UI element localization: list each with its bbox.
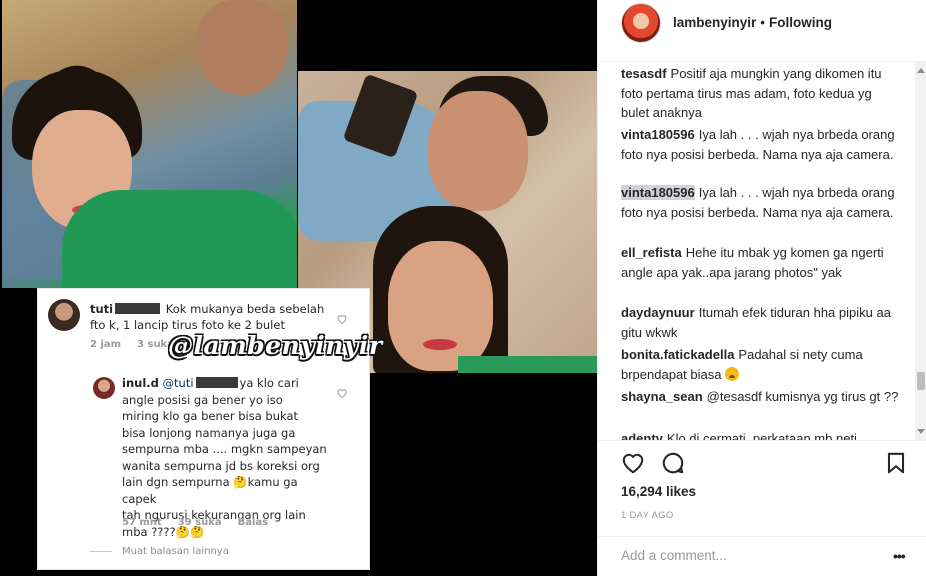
worried-face-emoji xyxy=(725,366,740,381)
commenter-avatar xyxy=(48,299,80,331)
comment-username[interactable]: vinta180596 xyxy=(621,127,695,142)
comment-username[interactable]: ell_refista xyxy=(621,245,682,260)
overlay-comment-user: inul.d xyxy=(122,376,159,390)
post-actions: 16,294 likes 1 DAY AGO xyxy=(598,440,926,540)
comment-list[interactable]: tesasdf Positif aja mungkin yang dikomen … xyxy=(598,62,926,440)
overlay-comment-text: Kok mukanya beda sebelah xyxy=(165,302,325,316)
overlay-comment-line: sempurna mba .... mgkn sampeyan xyxy=(122,442,327,456)
boy-face xyxy=(428,91,528,211)
post-header-text: lambenyinyir • Following xyxy=(673,15,832,30)
man-face xyxy=(197,0,287,95)
comment-item: bonita.fatickadella Padahal si nety cuma … xyxy=(621,345,901,384)
comment-username[interactable]: tesasdf xyxy=(621,66,667,81)
comment-username[interactable]: shayna_sean xyxy=(621,389,703,404)
redacted-name xyxy=(195,377,238,388)
overlay-view-replies: Muat balasan lainnya xyxy=(122,546,229,557)
separator-dot: • xyxy=(760,15,766,30)
username-link[interactable]: lambenyinyir xyxy=(673,15,756,30)
divider xyxy=(90,551,112,552)
watermark: @lambenyinyir xyxy=(168,331,383,360)
woman-lips xyxy=(423,339,457,350)
bookmark-icon[interactable] xyxy=(883,450,909,476)
overlay-comment-likes: 39 suka xyxy=(177,517,222,528)
comment-icon[interactable] xyxy=(660,450,686,476)
overlay-comment-line: lain dgn sempurna 🤔kamu ga capek xyxy=(122,475,298,506)
more-options-icon[interactable]: ••• xyxy=(893,548,906,564)
comment-username[interactable]: bonita.fatickadella xyxy=(621,347,734,362)
redacted-name xyxy=(115,303,161,314)
overlay-comment-user: tuti xyxy=(90,302,114,316)
heart-icon[interactable] xyxy=(620,450,646,476)
overlay-comment-meta: 57 mnt 39 suka Balas xyxy=(122,517,284,528)
post-media[interactable]: tuti Kok mukanya beda sebelah fto k, 1 l… xyxy=(0,0,597,576)
comments-scrollbar[interactable] xyxy=(915,62,926,440)
woman-face xyxy=(388,241,493,371)
comment-item: shayna_sean @tesasdf kumisnya yg tirus gt… xyxy=(621,387,901,407)
add-comment-input[interactable]: Add a comment... xyxy=(621,548,727,563)
post-header: lambenyinyir • Following xyxy=(598,0,926,62)
overlay-comment-line: wanita sempurna jd bs koreksi org xyxy=(122,458,320,473)
comment-text: Klo di cermati, perkataan mb neti xyxy=(666,431,857,440)
avatar[interactable] xyxy=(621,3,661,43)
likes-count[interactable]: 16,294 likes xyxy=(621,484,696,499)
comment-item: tesasdf Positif aja mungkin yang dikomen … xyxy=(621,64,901,123)
comment-item: vinta180596 Iya lah . . . wjah nya brbeda… xyxy=(621,183,901,222)
add-comment-bar: Add a comment... ••• xyxy=(598,536,926,576)
overlay-reply-label: Balas xyxy=(237,517,269,528)
overlay-comment-2: inul.d @tuti ya klo cari angle posisi ga … xyxy=(122,375,332,540)
heart-outline-icon xyxy=(337,315,347,325)
overlay-comment-text: ya klo cari xyxy=(239,376,299,390)
heart-outline-icon xyxy=(337,389,347,399)
comment-username[interactable]: daydaynuur xyxy=(621,305,695,320)
comment-item: daydaynuur Itumah efek tiduran hha pipiku… xyxy=(621,303,901,342)
scroll-up-arrow-icon[interactable] xyxy=(917,68,925,73)
overlay-comment-line: miring klo ga bener bisa bukat xyxy=(122,409,299,423)
overlay-mention: @tuti xyxy=(162,376,194,390)
comment-username[interactable]: vinta180596 xyxy=(621,185,695,200)
comment-item: ell_refista Hehe itu mbak yg komen ga nge… xyxy=(621,243,901,282)
overlay-comment-time: 2 jam xyxy=(90,339,122,350)
comment-item: vinta180596 Iya lah . . . wjah nya brbeda… xyxy=(621,125,901,164)
overlay-comment-text: fto k, 1 lancip tirus foto ke 2 bulet xyxy=(90,318,285,332)
scroll-down-arrow-icon[interactable] xyxy=(917,429,925,434)
selfie-photo-with-man xyxy=(2,0,297,288)
comment-screenshot: tuti Kok mukanya beda sebelah fto k, 1 l… xyxy=(37,288,382,570)
green-shirt xyxy=(458,356,597,373)
green-shirt xyxy=(62,190,297,288)
overlay-comment-line: bisa lonjong namanya juga ga xyxy=(122,425,296,440)
comment-text: @tesasdf kumisnya yg tirus gt ?? xyxy=(706,389,899,404)
overlay-comment-time: 57 mnt xyxy=(122,517,162,528)
post-timestamp[interactable]: 1 DAY AGO xyxy=(621,510,674,521)
scroll-thumb[interactable] xyxy=(917,372,925,390)
comment-item: adenty Klo di cermati, perkataan mb neti xyxy=(621,429,901,440)
commenter-avatar xyxy=(93,377,115,399)
following-button[interactable]: Following xyxy=(769,15,832,30)
comment-username[interactable]: adenty xyxy=(621,431,663,440)
overlay-comment-line: angle posisi ga bener yo iso xyxy=(122,392,283,407)
post-sidebar: lambenyinyir • Following tesasdf Positif aj… xyxy=(597,0,926,576)
overlay-comment-1: tuti Kok mukanya beda sebelah fto k, 1 l… xyxy=(90,301,340,333)
